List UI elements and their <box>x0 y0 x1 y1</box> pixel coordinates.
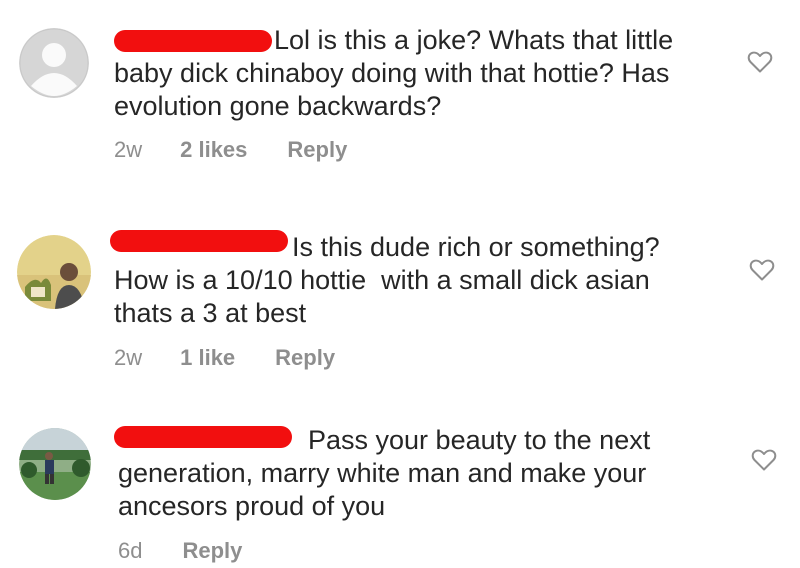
comment-text-line: Pass your beauty to the next <box>308 425 651 455</box>
comment-time: 2w <box>114 137 143 162</box>
comment-time: 6d <box>118 538 143 563</box>
comment-item: Pass your beauty to the next generation,… <box>0 400 800 568</box>
comment-item: Is this dude rich or something? How is a… <box>0 200 800 390</box>
username-redaction <box>110 230 288 252</box>
avatar[interactable] <box>19 428 91 500</box>
comment-item: Lol is this a joke? Whats that little ba… <box>0 0 800 190</box>
comment-text-line: Lol is this a joke? Whats that little <box>274 25 674 55</box>
avatar[interactable] <box>19 28 89 98</box>
comment-text-line: evolution gone backwards? <box>114 91 442 121</box>
comment-text-line: How is a 10/10 hottie with a small dick … <box>114 265 650 295</box>
reply-button[interactable]: Reply <box>275 345 335 371</box>
comment-text-line: ancesors proud of you <box>118 491 386 521</box>
heart-icon[interactable] <box>749 258 775 282</box>
username-redaction <box>114 426 292 448</box>
comment-meta: 6d Reply <box>118 538 242 564</box>
user-photo-avatar <box>17 235 91 309</box>
comment-time: 2w <box>114 345 143 370</box>
likes-count[interactable]: 2 likes <box>180 137 247 163</box>
reply-button[interactable]: Reply <box>182 538 242 564</box>
reply-button[interactable]: Reply <box>287 137 347 163</box>
heart-icon[interactable] <box>747 50 773 74</box>
default-avatar-icon <box>19 28 89 98</box>
heart-icon[interactable] <box>751 448 777 472</box>
comment-meta: 2w 1 like Reply <box>114 345 335 371</box>
avatar[interactable] <box>17 235 91 309</box>
user-photo-avatar <box>19 428 91 500</box>
comment-text-line: baby dick chinaboy doing with that hotti… <box>114 58 670 88</box>
comment-text-line: Is this dude rich or something? <box>292 232 660 262</box>
comment-text-line: thats a 3 at best <box>114 298 307 328</box>
username-redaction <box>114 30 272 52</box>
comment-text-line: generation, marry white man and make you… <box>118 458 647 488</box>
comment-meta: 2w 2 likes Reply <box>114 137 347 163</box>
likes-count[interactable]: 1 like <box>180 345 235 371</box>
